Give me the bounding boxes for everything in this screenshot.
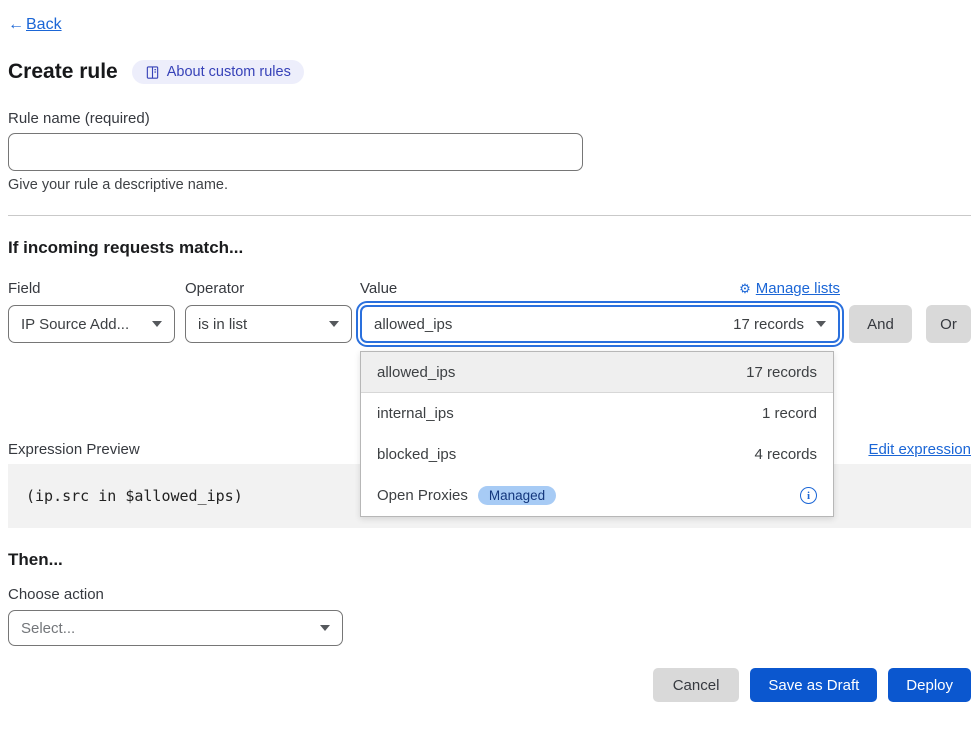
cancel-button[interactable]: Cancel bbox=[653, 668, 740, 702]
choose-action-label: Choose action bbox=[8, 586, 971, 603]
value-label: Value bbox=[360, 280, 397, 297]
list-item-name: Open Proxies bbox=[377, 487, 468, 504]
chevron-down-icon bbox=[816, 321, 826, 327]
list-item-left: Open Proxies Managed bbox=[377, 486, 556, 505]
match-labels-row: Field Operator Value ⚙ Manage lists bbox=[8, 280, 840, 297]
manage-lists-label: Manage lists bbox=[756, 280, 840, 297]
chevron-down-icon bbox=[329, 321, 339, 327]
field-label: Field bbox=[8, 280, 185, 297]
edit-expression-link[interactable]: Edit expression bbox=[868, 441, 971, 458]
expression-preview-label: Expression Preview bbox=[8, 441, 140, 458]
operator-select[interactable]: is in list bbox=[185, 305, 352, 343]
list-item-blocked-ips[interactable]: blocked_ips 4 records bbox=[361, 434, 833, 475]
list-item-meta: 1 record bbox=[762, 405, 817, 422]
rule-name-helper: Give your rule a descriptive name. bbox=[8, 177, 971, 193]
back-arrow-icon: ← bbox=[8, 16, 24, 33]
back-row: ←Back bbox=[8, 16, 971, 34]
footer-actions: Cancel Save as Draft Deploy bbox=[8, 668, 971, 702]
about-custom-rules-label: About custom rules bbox=[167, 64, 291, 80]
list-item-meta: 4 records bbox=[754, 446, 817, 463]
back-link[interactable]: ←Back bbox=[8, 16, 62, 33]
value-dropdown-panel: allowed_ips 17 records internal_ips 1 re… bbox=[360, 351, 834, 517]
manage-lists-link[interactable]: ⚙ Manage lists bbox=[739, 280, 840, 297]
list-item-name: blocked_ips bbox=[377, 446, 456, 463]
then-section-heading: Then... bbox=[8, 550, 971, 570]
chevron-down-icon bbox=[152, 321, 162, 327]
match-section-heading: If incoming requests match... bbox=[8, 238, 971, 258]
save-as-draft-button[interactable]: Save as Draft bbox=[750, 668, 877, 702]
field-select[interactable]: IP Source Add... bbox=[8, 305, 175, 343]
action-select-placeholder: Select... bbox=[21, 620, 75, 637]
section-divider bbox=[8, 215, 971, 216]
list-item-name: internal_ips bbox=[377, 405, 454, 422]
deploy-button[interactable]: Deploy bbox=[888, 668, 971, 702]
book-icon bbox=[145, 65, 160, 80]
gear-icon: ⚙ bbox=[739, 281, 751, 297]
list-item-name: allowed_ips bbox=[377, 364, 455, 381]
value-select-wrap: allowed_ips 17 records allowed_ips 17 re… bbox=[360, 305, 840, 343]
create-rule-page: ←Back Create rule About custom rules Rul… bbox=[0, 0, 979, 702]
list-item-allowed-ips[interactable]: allowed_ips 17 records bbox=[361, 352, 833, 393]
title-row: Create rule About custom rules bbox=[8, 60, 971, 84]
rule-name-label: Rule name (required) bbox=[8, 110, 971, 127]
about-custom-rules-link[interactable]: About custom rules bbox=[132, 60, 304, 84]
and-button[interactable]: And bbox=[849, 305, 912, 343]
rule-name-input[interactable] bbox=[8, 133, 583, 171]
list-item-meta: 17 records bbox=[746, 364, 817, 381]
value-select-value: allowed_ips bbox=[374, 316, 452, 333]
operator-label: Operator bbox=[185, 280, 360, 297]
info-icon[interactable]: i bbox=[800, 487, 817, 504]
managed-badge: Managed bbox=[478, 486, 556, 505]
field-select-value: IP Source Add... bbox=[21, 316, 129, 333]
page-title: Create rule bbox=[8, 60, 118, 84]
back-link-label: Back bbox=[26, 16, 62, 33]
value-select-meta: 17 records bbox=[733, 316, 804, 333]
list-item-internal-ips[interactable]: internal_ips 1 record bbox=[361, 393, 833, 434]
or-button[interactable]: Or bbox=[926, 305, 971, 343]
operator-select-value: is in list bbox=[198, 316, 247, 333]
action-select[interactable]: Select... bbox=[8, 610, 343, 646]
list-item-open-proxies[interactable]: Open Proxies Managed i bbox=[361, 475, 833, 516]
match-controls-row: IP Source Add... is in list allowed_ips … bbox=[8, 305, 971, 343]
value-select[interactable]: allowed_ips 17 records bbox=[360, 305, 840, 343]
chevron-down-icon bbox=[320, 625, 330, 631]
